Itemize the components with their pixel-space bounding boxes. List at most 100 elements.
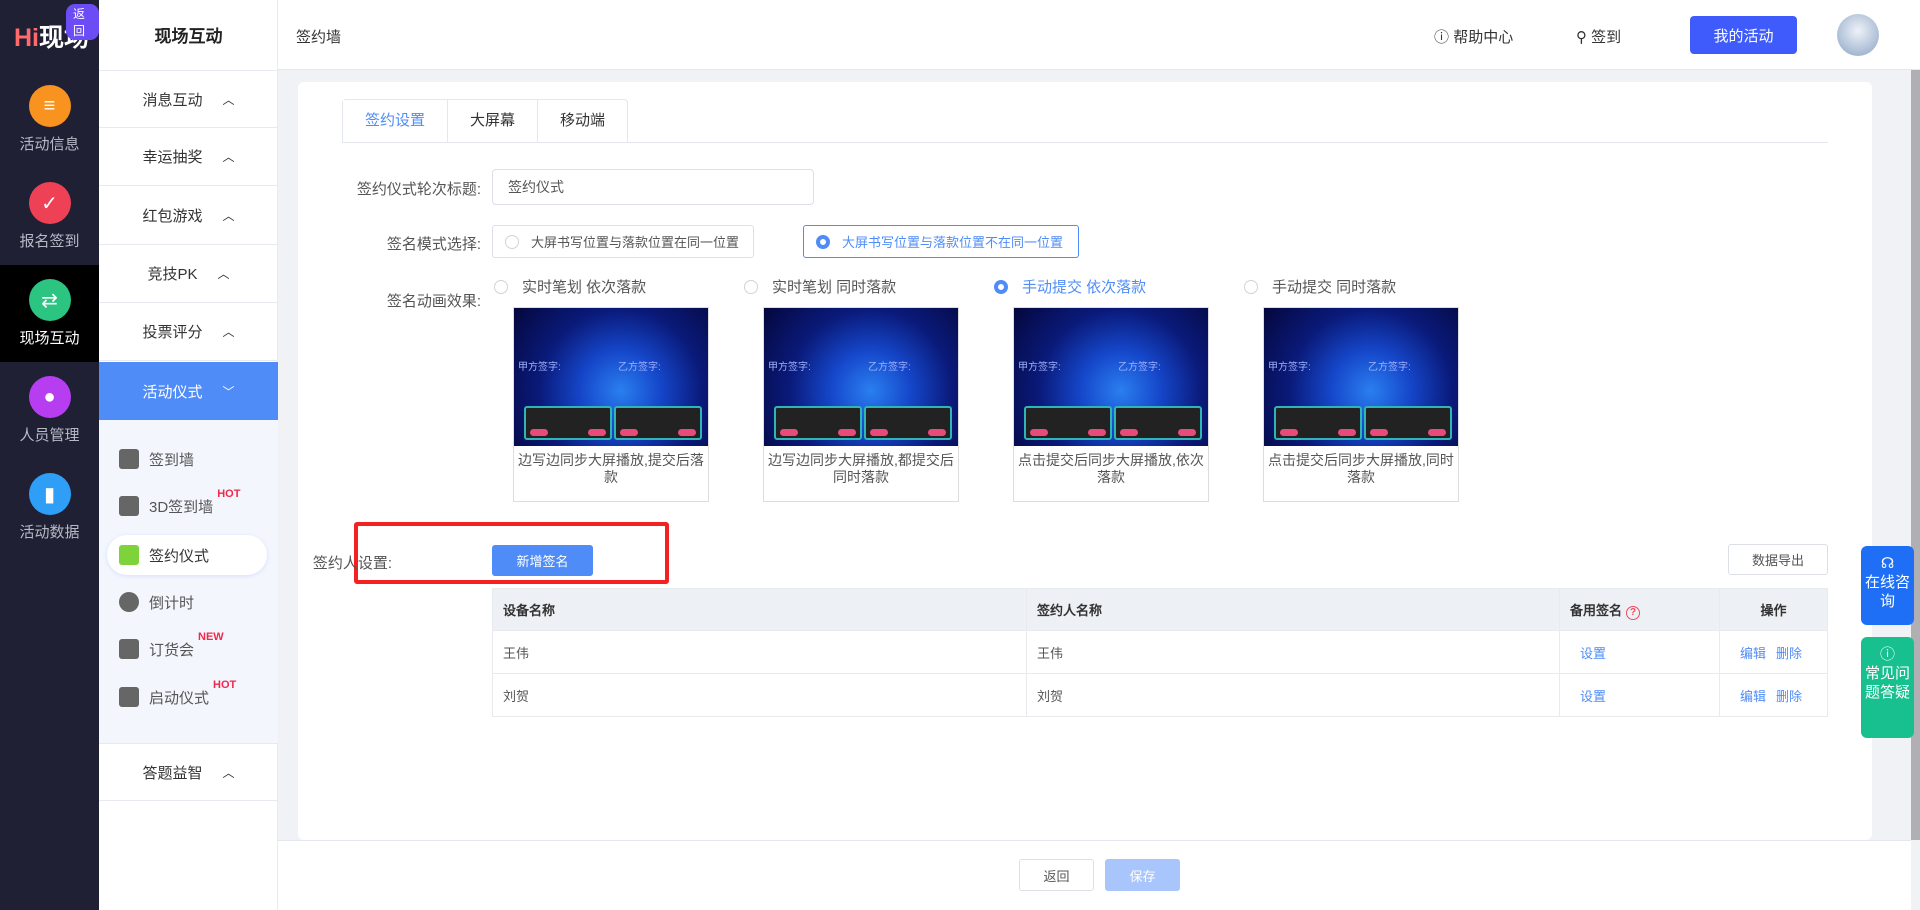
edit-link[interactable]: 编辑: [1740, 646, 1766, 661]
preview-image: 甲方签字: 乙方签字:: [1264, 308, 1458, 446]
document-icon: ≡: [29, 85, 71, 127]
sub-label: 倒计时: [149, 592, 194, 613]
top-header: 签约墙 ⓘ 帮助中心 ⚲ 签到 我的活动: [278, 0, 1920, 70]
group-pk[interactable]: 竞技PK︿: [99, 245, 278, 303]
chevron-up-icon: ︿: [223, 323, 235, 340]
nav-label: 现场互动: [0, 327, 99, 348]
group-label: 活动仪式: [142, 381, 202, 402]
sub-label: 订货会: [149, 639, 194, 660]
anim-option[interactable]: 手动提交 依次落款: [994, 276, 1146, 297]
sub-signin-wall[interactable]: 签到墙: [107, 439, 267, 479]
preview-image: 甲方签字: 乙方签字:: [514, 308, 708, 446]
sign-doc-icon: [119, 545, 139, 565]
info-icon: ⓘ: [1434, 29, 1449, 46]
preview-text: 乙方签字:: [1118, 358, 1161, 373]
signer-label: 签约人设置:: [192, 552, 392, 573]
faq-button[interactable]: ⓘ常见问题答疑: [1861, 637, 1914, 738]
nav-people[interactable]: ●人员管理: [0, 362, 99, 459]
group-ceremony[interactable]: 活动仪式﹀: [99, 362, 278, 420]
cell-device: 刘贺: [493, 674, 1027, 717]
round-title-input[interactable]: 签约仪式: [492, 169, 814, 205]
clipboard-icon: [119, 639, 139, 659]
set-backup-link[interactable]: 设置: [1580, 646, 1606, 661]
hot-badge: HOT: [213, 679, 236, 691]
preview-text: 乙方签字:: [1368, 358, 1411, 373]
col-device: 设备名称: [493, 589, 1027, 631]
col-label: 备用签名: [1570, 603, 1622, 618]
nav-data[interactable]: ▮活动数据: [0, 459, 99, 556]
checkin-link[interactable]: ⚲ 签到: [1576, 26, 1621, 47]
group-lottery[interactable]: 幸运抽奖︿: [99, 128, 278, 186]
my-activity-button[interactable]: 我的活动: [1690, 16, 1797, 54]
nav-label: 活动数据: [0, 521, 99, 542]
delete-link[interactable]: 删除: [1776, 689, 1802, 704]
group-redpacket[interactable]: 红包游戏︿: [99, 187, 278, 245]
sub-launch-ceremony[interactable]: 启动仪式 HOT: [107, 677, 267, 717]
radio: [1244, 280, 1258, 294]
sub-3d-wall[interactable]: 3D签到墙HOT: [107, 486, 267, 526]
group-label: 消息互动: [142, 89, 202, 110]
group-vote[interactable]: 投票评分 ︿: [99, 303, 278, 361]
footer-bar: 返回 保存: [278, 840, 1911, 910]
nav-label: 活动信息: [0, 133, 99, 154]
online-consult-button[interactable]: ☊在线咨询: [1861, 546, 1914, 625]
location-pin-icon: ⚲: [1576, 29, 1587, 46]
anim-preview-card[interactable]: 甲方签字: 乙方签字: 边写边同步大屏播放,都提交后同时落款: [763, 307, 959, 502]
cell-signer: 刘贺: [1027, 674, 1560, 717]
group-quiz[interactable]: 答题益智︿: [99, 743, 278, 801]
anim-preview-card[interactable]: 甲方签字: 乙方签字: 点击提交后同步大屏播放,同时落款: [1263, 307, 1459, 502]
group-label: 红包游戏: [142, 205, 202, 226]
add-signature-button[interactable]: 新增签名: [492, 545, 593, 576]
avatar[interactable]: [1837, 14, 1879, 56]
anim-label: 签名动画效果:: [281, 290, 481, 311]
help-question-icon[interactable]: ?: [1626, 606, 1640, 620]
sub-order-meeting[interactable]: 订货会NEW: [107, 629, 267, 669]
settings-card: 签约设置 大屏幕 移动端 签约仪式轮次标题: 签约仪式 签名模式选择: 大屏书写…: [298, 82, 1872, 840]
nav-live-interaction[interactable]: ⇄现场互动: [0, 265, 99, 362]
tab-big-screen[interactable]: 大屏幕: [448, 100, 538, 142]
group-label: 投票评分: [142, 321, 202, 342]
sub-label: 启动仪式: [149, 687, 209, 708]
anim-option-label: 实时笔划 同时落款: [772, 276, 896, 297]
consult-label: 在线咨询: [1861, 573, 1914, 611]
question-circle-icon: ⓘ: [1861, 645, 1914, 664]
back-badge[interactable]: 返回: [66, 4, 99, 40]
sub-countdown[interactable]: 倒计时: [107, 582, 267, 622]
edit-link[interactable]: 编辑: [1740, 689, 1766, 704]
preview-text: 甲方签字:: [1018, 358, 1061, 373]
nav-activity-info[interactable]: ≡ 活动信息: [0, 71, 99, 168]
nav-signup[interactable]: ✓报名签到: [0, 168, 99, 265]
table-header: 设备名称 签约人名称 备用签名? 操作: [493, 589, 1828, 631]
radio: [494, 280, 508, 294]
save-button[interactable]: 保存: [1105, 859, 1180, 891]
radio: [816, 235, 830, 249]
anim-option[interactable]: 实时笔划 依次落款: [494, 276, 646, 297]
group-label: 竞技PK: [147, 263, 197, 284]
anim-preview-card[interactable]: 甲方签字: 乙方签字: 边写边同步大屏播放,提交后落款: [513, 307, 709, 502]
preview-image: 甲方签字: 乙方签字:: [764, 308, 958, 446]
anim-option[interactable]: 实时笔划 同时落款: [744, 276, 896, 297]
delete-link[interactable]: 删除: [1776, 646, 1802, 661]
cell-signer: 王伟: [1027, 631, 1560, 674]
headset-icon: ☊: [1861, 554, 1914, 573]
anim-preview-card[interactable]: 甲方签字: 乙方签字: 点击提交后同步大屏播放,依次落款: [1013, 307, 1209, 502]
radio: [744, 280, 758, 294]
signer-table: 设备名称 签约人名称 备用签名? 操作 王伟 王伟 设置 编辑删除 刘贺 刘贺 …: [492, 588, 1828, 717]
mode-option-different[interactable]: 大屏书写位置与落款位置不在同一位置: [803, 225, 1079, 258]
wall-icon: [119, 449, 139, 469]
help-center-link[interactable]: ⓘ 帮助中心: [1434, 26, 1513, 47]
hot-badge: HOT: [217, 488, 240, 500]
group-message[interactable]: 消息互动︿: [99, 70, 278, 128]
preview-text: 乙方签字:: [618, 358, 661, 373]
tab-mobile[interactable]: 移动端: [538, 100, 627, 142]
export-data-button[interactable]: 数据导出: [1728, 544, 1828, 575]
col-signer: 签约人名称: [1027, 589, 1560, 631]
set-backup-link[interactable]: 设置: [1580, 689, 1606, 704]
anim-option[interactable]: 手动提交 同时落款: [1244, 276, 1396, 297]
preview-text: 乙方签字:: [868, 358, 911, 373]
tab-sign-settings[interactable]: 签约设置: [343, 100, 448, 142]
chevron-up-icon: ︿: [223, 148, 235, 165]
preview-caption: 边写边同步大屏播放,提交后落款: [514, 446, 708, 492]
mode-option-same[interactable]: 大屏书写位置与落款位置在同一位置: [492, 225, 754, 258]
back-button[interactable]: 返回: [1019, 859, 1094, 891]
